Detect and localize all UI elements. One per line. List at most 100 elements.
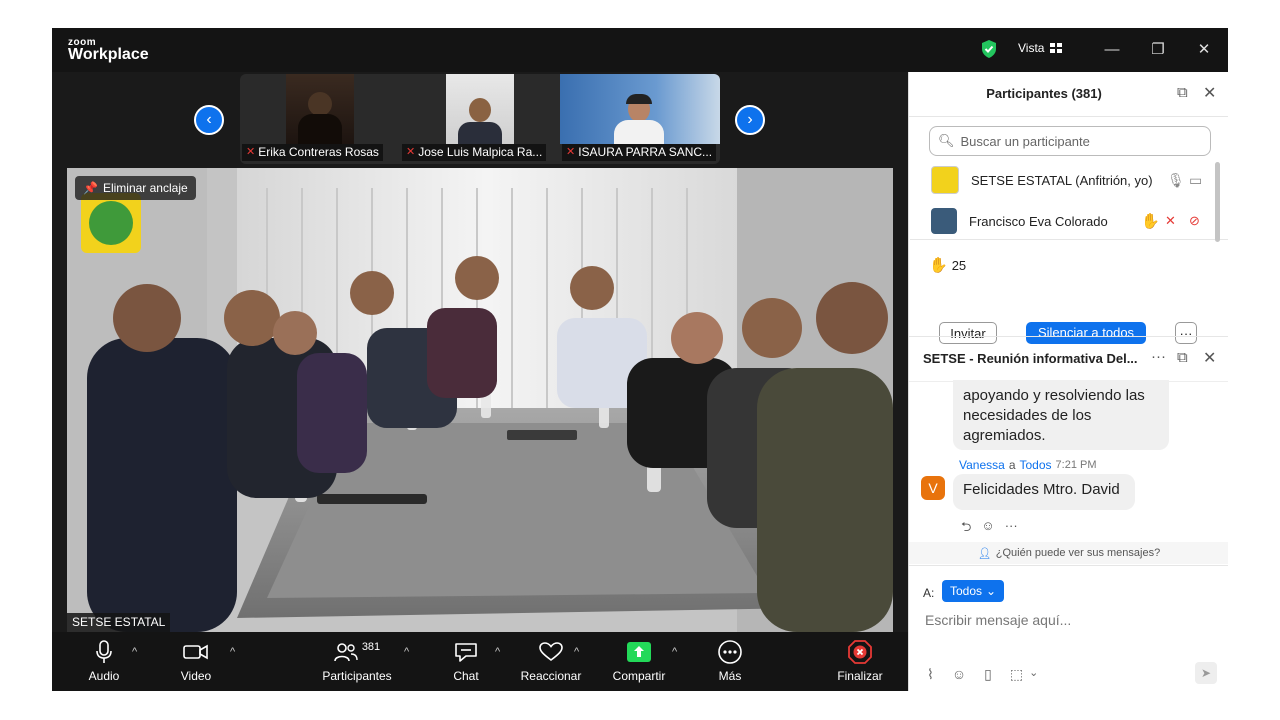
chat-label: Chat — [453, 669, 479, 683]
share-screen-icon — [627, 642, 651, 662]
participant-search-input[interactable]: 🔍︎ Buscar un participante — [929, 126, 1211, 156]
participants-icon — [334, 643, 358, 662]
chat-bubble-icon — [455, 643, 477, 662]
thumbnail-strip: ✕ Erika Contreras Rosas ✕ Jose Luis Malpic… — [240, 74, 720, 164]
heart-icon — [539, 642, 563, 662]
microphone-icon[interactable]: 🎙︎ — [1167, 172, 1185, 189]
security-shield-icon[interactable] — [980, 39, 998, 59]
more-dots-icon — [718, 640, 742, 664]
participants-label: Participantes — [322, 669, 392, 683]
search-icon: 🔍︎ — [938, 133, 955, 148]
visibility-text: ¿Quién puede ver sus mensajes? — [995, 547, 1161, 559]
participants-options-caret-icon[interactable]: ^ — [404, 646, 409, 658]
participant-name: Francisco Eva Colorado — [969, 213, 1108, 229]
participant-row[interactable]: SETSE ESTATAL (Anfitrión, yo) 🎙︎ ▭ — [931, 166, 1221, 194]
mic-muted-icon: ✕ — [566, 146, 576, 158]
screenshot-icon[interactable]: ⬚ — [1010, 666, 1023, 683]
to-label: A: — [923, 586, 935, 600]
participants-count: 381 — [361, 641, 381, 653]
camera-feed — [560, 74, 720, 144]
unpin-button[interactable]: 📌 Eliminar anclaje — [75, 176, 196, 200]
participants-header: Participantes (381) ⧉ ✕ — [909, 72, 1228, 117]
more-button[interactable]: Más — [710, 638, 750, 683]
share-label: Compartir — [612, 669, 666, 683]
chat-title: SETSE - Reunión informativa Del... — [923, 351, 1138, 366]
participants-title: Participantes (381) — [986, 86, 1102, 101]
format-text-icon[interactable]: ⌇ — [927, 666, 934, 683]
avatar: V — [921, 476, 945, 500]
raised-hand-icon: ✋ — [1141, 213, 1160, 230]
chat-compose: A: Todos ⌄ Escribir mensaje aquí... ⌇ ☺ … — [909, 565, 1228, 691]
participant-name: Erika Contreras Rosas — [258, 145, 379, 159]
thumbnail-name-tag: ✕ ISAURA PARRA SANC... — [562, 144, 717, 161]
message-input[interactable]: Escribir mensaje aquí... — [925, 612, 1071, 628]
message-meta: Vanessa a Todos 7:21 PM — [959, 458, 1097, 472]
pinned-video — [67, 168, 893, 632]
participant-name: Jose Luis Malpica Ra... — [418, 145, 543, 159]
recipient-value: Todos — [950, 584, 983, 598]
recipient-dropdown[interactable]: Todos ⌄ — [942, 580, 1005, 602]
file-icon[interactable]: ▯ — [984, 666, 992, 683]
video-stage: ‹ ✕ Erika Contreras Rosas ✕ Jose Luis Malp… — [52, 72, 908, 632]
side-panel: Participantes (381) ⧉ ✕ 🔍︎ Buscar un par… — [908, 72, 1228, 691]
end-label: Finalizar — [837, 669, 883, 683]
video-button[interactable]: Video — [174, 638, 218, 683]
sender-name[interactable]: Vanessa — [959, 458, 1005, 472]
thumbnail-tile[interactable]: ✕ ISAURA PARRA SANC... — [560, 74, 720, 164]
audio-button[interactable]: Audio — [82, 638, 126, 683]
video-off-icon[interactable]: ⊘ — [1189, 213, 1200, 229]
chat-button[interactable]: Chat — [444, 638, 488, 683]
recipient-name[interactable]: Todos — [1020, 458, 1052, 472]
add-reaction-icon[interactable]: ☺ — [981, 518, 994, 540]
camera-feed — [286, 74, 354, 144]
popout-icon[interactable]: ⧉ — [1177, 84, 1188, 101]
workplace-logo: Workplace — [68, 46, 149, 63]
thumbnail-name-tag: ✕ Erika Contreras Rosas — [242, 144, 383, 161]
more-label: Más — [718, 669, 742, 683]
more-dots-icon[interactable]: ··· — [1005, 518, 1018, 540]
message-time: 7:21 PM — [1055, 459, 1097, 471]
video-camera-icon[interactable]: ▭ — [1189, 172, 1202, 189]
popout-icon[interactable]: ⧉ — [1177, 349, 1188, 366]
close-panel-icon[interactable]: ✕ — [1203, 83, 1216, 103]
scrollbar[interactable] — [1215, 162, 1221, 530]
visibility-notice[interactable]: 👤︎ ¿Quién puede ver sus mensajes? — [909, 542, 1228, 564]
prev-thumbnails-button[interactable]: ‹ — [194, 105, 224, 135]
end-meeting-button[interactable]: Finalizar — [832, 638, 888, 683]
react-button[interactable]: Reaccionar — [518, 638, 584, 683]
avatar — [931, 208, 957, 234]
minimize-icon[interactable]: — — [1102, 40, 1122, 60]
next-thumbnails-button[interactable]: › — [735, 105, 765, 135]
send-icon[interactable]: ➤ — [1195, 662, 1217, 684]
thumbnail-tile[interactable]: ✕ Erika Contreras Rosas — [240, 74, 400, 164]
mic-muted-icon: ✕ — [406, 146, 416, 158]
chat-header: SETSE - Reunión informativa Del... ··· ⧉… — [909, 336, 1228, 382]
share-button[interactable]: Compartir — [608, 638, 670, 683]
emoji-icon[interactable]: ☺ — [952, 666, 966, 683]
chat-message: apoyando y resolviendo las necesidades d… — [953, 380, 1169, 450]
participant-row[interactable]: Francisco Eva Colorado ✋ ✕ ⊘ — [931, 207, 1221, 235]
close-window-icon[interactable]: ✕ — [1194, 40, 1214, 60]
chat-options-caret-icon[interactable]: ^ — [495, 646, 500, 658]
react-options-caret-icon[interactable]: ^ — [574, 646, 579, 658]
thumbnail-tile[interactable]: ✕ Jose Luis Malpica Ra... — [400, 74, 560, 164]
audio-label: Audio — [88, 669, 120, 683]
raised-hands-count: ✋ 25 — [929, 256, 966, 274]
share-options-caret-icon[interactable]: ^ — [672, 646, 677, 658]
participants-button[interactable]: 381 Participantes — [320, 638, 394, 683]
reply-icon[interactable]: ⮌ — [961, 518, 971, 540]
avatar — [931, 166, 959, 194]
mic-muted-icon[interactable]: ✕ — [1165, 213, 1176, 229]
participant-name: ISAURA PARRA SANC... — [578, 145, 713, 159]
video-options-caret-icon[interactable]: ^ — [230, 646, 235, 658]
chat-more-icon[interactable]: ··· — [1151, 348, 1166, 365]
mic-muted-icon: ✕ — [246, 146, 256, 158]
raised-hands-number: 25 — [951, 257, 967, 273]
restore-icon[interactable]: ❐ — [1148, 40, 1168, 60]
view-button[interactable]: Vista — [1018, 41, 1063, 55]
audio-options-caret-icon[interactable]: ^ — [132, 646, 137, 658]
meeting-toolbar: Audio ^ Video ^ 381 Participantes ^ Chat… — [52, 632, 908, 691]
chevron-down-icon[interactable]: ⌄ — [1029, 666, 1038, 683]
title-bar: zoom Workplace Vista — ❐ ✕ — [52, 28, 1228, 72]
message-actions: ⮌ ☺ ··· — [961, 518, 1018, 540]
